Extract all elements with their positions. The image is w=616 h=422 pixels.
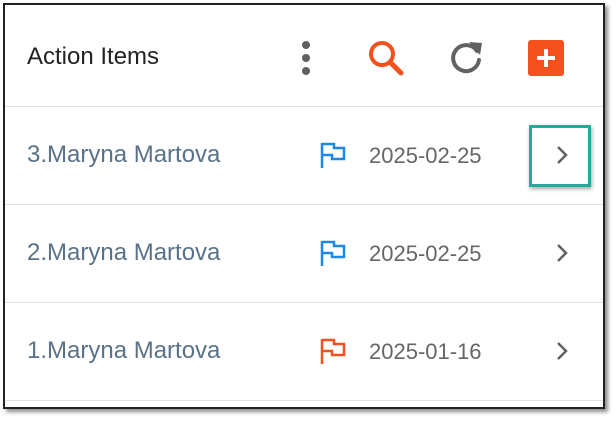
chevron-right-icon[interactable] (550, 143, 574, 167)
item-date: 2025-01-16 (369, 339, 482, 364)
refresh-icon[interactable] (446, 38, 486, 78)
action-items-panel: Action Items 3.Maryna Martova 2025-02-25… (3, 3, 605, 409)
list-item[interactable]: 3.Maryna Martova 2025-02-25 (5, 107, 603, 205)
list-item[interactable]: 1.Maryna Martova 2025-01-16 (5, 303, 603, 401)
panel-header: Action Items (5, 5, 603, 107)
flag-icon (319, 337, 347, 365)
add-icon[interactable] (526, 38, 566, 78)
chevron-right-icon[interactable] (550, 339, 574, 363)
item-date: 2025-02-25 (369, 241, 482, 266)
more-vertical-icon[interactable] (286, 38, 326, 78)
chevron-right-icon[interactable] (550, 241, 574, 265)
item-date: 2025-02-25 (369, 143, 482, 168)
item-name: 1.Maryna Martova (27, 337, 221, 364)
item-name: 3.Maryna Martova (27, 141, 221, 168)
list-item[interactable]: 2.Maryna Martova 2025-02-25 (5, 205, 603, 303)
flag-icon (319, 141, 347, 169)
page-title: Action Items (27, 43, 160, 70)
item-name: 2.Maryna Martova (27, 239, 221, 266)
flag-icon (319, 239, 347, 267)
search-icon[interactable] (366, 38, 406, 78)
